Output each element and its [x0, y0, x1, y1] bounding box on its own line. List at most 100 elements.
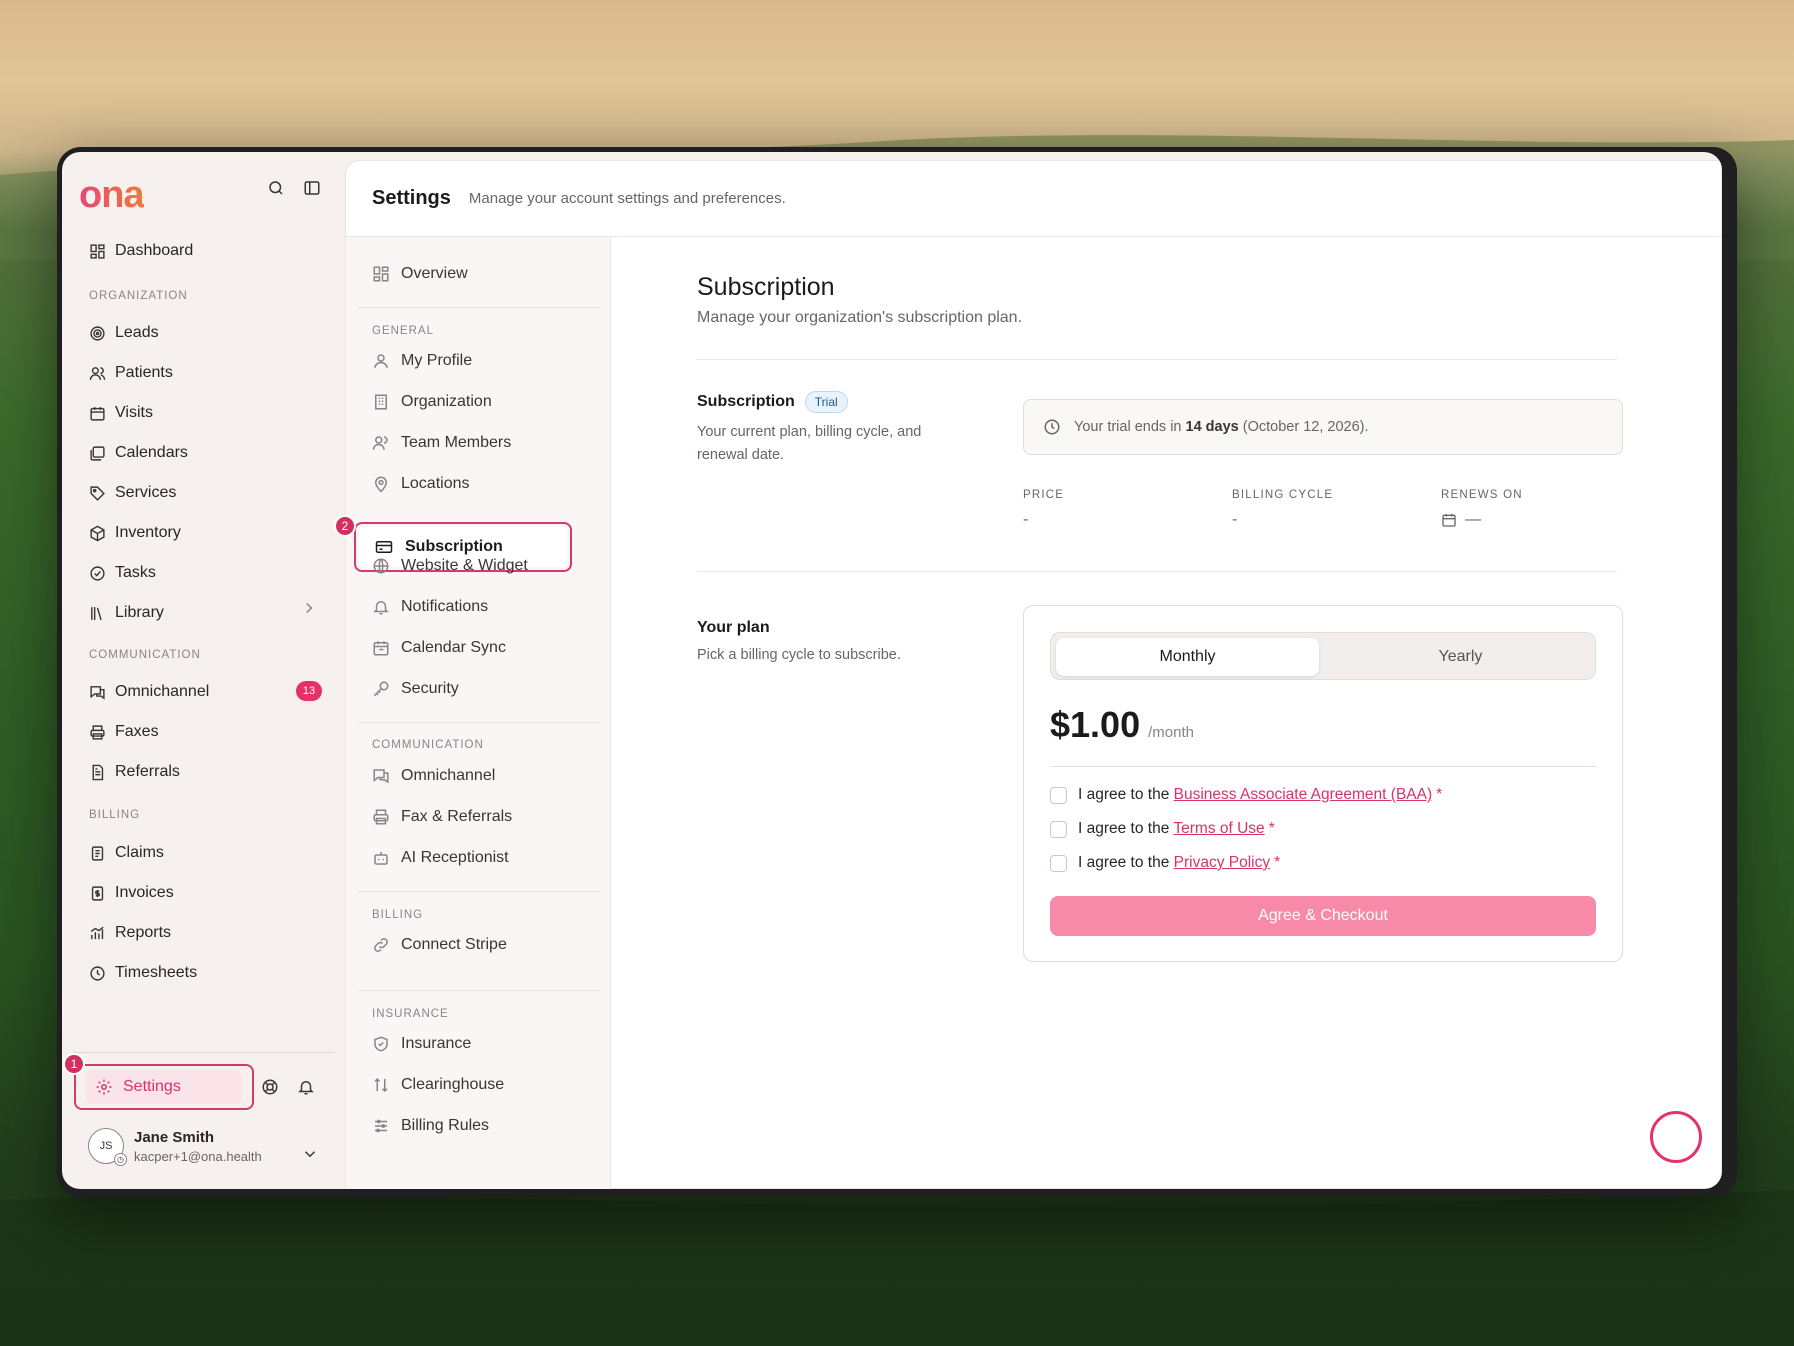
terms-checkbox[interactable]: [1050, 820, 1067, 838]
sidebar-item-dashboard[interactable]: Dashboard: [88, 236, 328, 266]
chevron-down-icon[interactable]: [300, 1144, 320, 1164]
settings-button[interactable]: Settings: [74, 1064, 254, 1110]
subnav-item-label: Locations: [401, 475, 470, 492]
subnav-item-fax-referrals[interactable]: Fax & Referrals: [372, 803, 592, 831]
clock-icon: [1042, 417, 1062, 437]
subnav-item-overview[interactable]: Overview: [372, 260, 592, 288]
user-icon: [372, 352, 390, 370]
main-panel: Settings Manage your account settings an…: [334, 160, 1722, 1189]
transfer-icon: [372, 1076, 390, 1094]
sidebar-item-label: Tasks: [115, 564, 156, 581]
billing-cycle-toggle: Monthly Yearly: [1050, 632, 1596, 680]
section-billing: BILLING: [89, 809, 141, 821]
link-icon: [372, 936, 390, 954]
printer-icon: [372, 808, 390, 826]
sidebar-toggle-icon[interactable]: [302, 178, 322, 198]
renews-on-label: RENEWS ON: [1441, 489, 1523, 501]
content-divider: [697, 359, 1617, 360]
sidebar-item-omnichannel[interactable]: Omnichannel: [88, 677, 328, 707]
chevron-right-icon[interactable]: [299, 598, 319, 618]
subnav-item-ai-receptionist[interactable]: AI Receptionist: [372, 844, 592, 872]
trial-badge: Trial: [804, 391, 848, 413]
baa-checkbox[interactable]: [1050, 786, 1067, 804]
sidebar-item-referrals[interactable]: Referrals: [88, 757, 328, 787]
subnav-item-team-members[interactable]: Team Members: [372, 429, 592, 457]
subnav-item-label: AI Receptionist: [401, 849, 509, 866]
sidebar-item-label: Leads: [115, 324, 159, 341]
sidebar-item-label: Claims: [115, 844, 164, 861]
sidebar: ona Dashboard ORGANIZATION Leads Patient…: [62, 152, 344, 1189]
page-subtitle: Manage your account settings and prefere…: [468, 190, 786, 207]
subscription-heading: Subscription: [697, 393, 795, 410]
subnav-item-connect-stripe[interactable]: Connect Stripe: [372, 931, 592, 959]
sidebar-item-label: Timesheets: [115, 964, 198, 981]
subnav-item-calendar-sync[interactable]: Calendar Sync: [372, 634, 592, 662]
plan-card: Monthly Yearly $1.00 /month I agree to t…: [1023, 605, 1623, 962]
terms-link[interactable]: Terms of Use: [1173, 820, 1264, 837]
subnav-item-billing-rules[interactable]: Billing Rules: [372, 1112, 592, 1140]
subnav-item-insurance[interactable]: Insurance: [372, 1030, 592, 1058]
dashboard-icon: [88, 242, 106, 260]
robot-icon: [372, 849, 390, 867]
subnav-item-clearinghouse[interactable]: Clearinghouse: [372, 1071, 592, 1099]
subnav-item-organization[interactable]: Organization: [372, 388, 592, 416]
help-lifebuoy-icon[interactable]: [260, 1077, 280, 1097]
sidebar-item-timesheets[interactable]: Timesheets: [88, 958, 328, 988]
agree-prefix: I agree to the: [1078, 854, 1170, 871]
sidebar-item-inventory[interactable]: Inventory: [88, 518, 328, 548]
chat-widget-button[interactable]: [1650, 1111, 1702, 1163]
document-icon: [88, 763, 106, 781]
billing-cycle-label: BILLING CYCLE: [1232, 489, 1334, 501]
privacy-checkbox[interactable]: [1050, 854, 1067, 872]
sidebar-divider: [73, 1052, 335, 1053]
price-label: PRICE: [1023, 489, 1065, 501]
sidebar-item-visits[interactable]: Visits: [88, 398, 328, 428]
chart-icon: [88, 924, 106, 942]
sidebar-item-patients[interactable]: Patients: [88, 358, 328, 388]
subnav-item-security[interactable]: Security: [372, 675, 592, 703]
search-icon[interactable]: [266, 178, 286, 198]
sidebar-item-invoices[interactable]: Invoices: [88, 878, 328, 908]
content-divider: [697, 571, 1617, 572]
privacy-link[interactable]: Privacy Policy: [1174, 854, 1270, 871]
subscription-section-description: Your current plan, billing cycle, and re…: [697, 424, 922, 463]
agree-checkout-button[interactable]: Agree & Checkout: [1050, 896, 1596, 936]
agree-baa-row: I agree to the Business Associate Agreem…: [1050, 784, 1442, 806]
sidebar-item-reports[interactable]: Reports: [88, 918, 328, 948]
invoice-icon: [88, 884, 106, 902]
sidebar-item-tasks[interactable]: Tasks: [88, 558, 328, 588]
sidebar-item-claims[interactable]: Claims: [88, 838, 328, 868]
required-mark: *: [1274, 854, 1281, 871]
baa-link[interactable]: Business Associate Agreement (BAA): [1174, 786, 1432, 803]
subnav-item-omnichannel[interactable]: Omnichannel: [372, 762, 592, 790]
subnav-item-notifications[interactable]: Notifications: [372, 593, 592, 621]
sidebar-item-library[interactable]: Library: [88, 598, 328, 628]
user-menu[interactable]: JS ◷ Jane Smith kacper+1@ona.health: [88, 1128, 262, 1166]
sidebar-item-label: Referrals: [115, 763, 180, 780]
sidebar-item-calendars[interactable]: Calendars: [88, 438, 328, 468]
bell-icon[interactable]: [296, 1077, 316, 1097]
yearly-toggle[interactable]: Yearly: [1329, 638, 1592, 676]
monthly-toggle[interactable]: Monthly: [1056, 638, 1319, 676]
step-marker-2: 2: [334, 515, 356, 537]
page-title: Settings: [372, 187, 451, 209]
subnav-item-label: Billing Rules: [401, 1117, 490, 1134]
calendar-icon: [1441, 512, 1457, 528]
subnav-item-label: Fax & Referrals: [401, 808, 513, 825]
ona-logo[interactable]: ona: [79, 174, 145, 217]
sidebar-item-services[interactable]: Services: [88, 478, 328, 508]
clock-icon: [88, 964, 106, 982]
subnav-item-locations[interactable]: Locations: [372, 470, 592, 498]
subnav-section-insurance: INSURANCE: [372, 1008, 449, 1020]
subnav-section-communication: COMMUNICATION: [372, 739, 484, 751]
sidebar-item-leads[interactable]: Leads: [88, 318, 328, 348]
chat-icon: [88, 683, 106, 701]
sidebar-item-faxes[interactable]: Faxes: [88, 717, 328, 747]
subnav-item-website-widget[interactable]: Website & Widget: [372, 552, 592, 580]
sidebar-item-label: Inventory: [115, 524, 181, 541]
subnav-item-my-profile[interactable]: My Profile: [372, 347, 592, 375]
subnav-item-label: Overview: [401, 265, 468, 282]
shield-icon: [372, 1035, 390, 1053]
sidebar-item-label: Omnichannel: [115, 683, 210, 700]
team-icon: [372, 434, 390, 452]
